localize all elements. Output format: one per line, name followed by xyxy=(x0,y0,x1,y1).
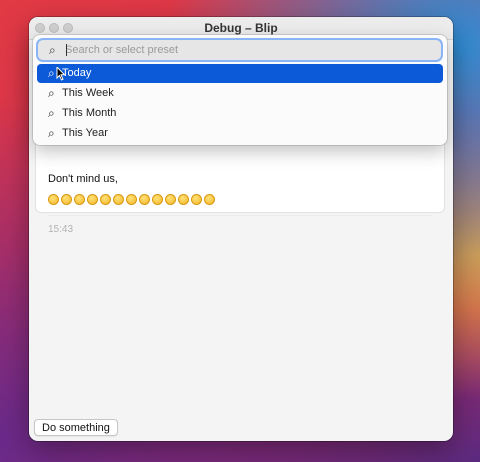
search-icon: ⌕ xyxy=(48,86,55,100)
search-icon: ⌕ xyxy=(48,66,55,80)
preset-option-this-year[interactable]: ⌕ This Year xyxy=(37,124,443,143)
divider xyxy=(48,215,432,216)
emoji-zany-face-icon xyxy=(126,194,137,205)
preset-option-this-week[interactable]: ⌕ This Week xyxy=(37,84,443,103)
emoji-grinning-face-icon xyxy=(178,194,189,205)
emoji-slight-smile-icon xyxy=(165,194,176,205)
emoji-squint-tongue-icon xyxy=(113,194,124,205)
emoji-sweat-smile-icon xyxy=(139,194,150,205)
preset-option-this-month[interactable]: ⌕ This Month xyxy=(37,104,443,123)
emoji-halo-face-icon xyxy=(61,194,72,205)
preset-option-today[interactable]: ⌕ Today xyxy=(37,64,443,83)
message-text: Don't mind us, xyxy=(48,173,118,185)
window-title: Debug – Blip xyxy=(204,21,278,35)
preset-option-label: This Month xyxy=(62,107,117,119)
search-input[interactable] xyxy=(65,42,425,58)
message-timestamp: 15:43 xyxy=(48,224,74,235)
emoji-row xyxy=(48,194,215,205)
emoji-sweat-smile-icon xyxy=(191,194,202,205)
search-field[interactable]: ⌕ xyxy=(38,40,441,60)
emoji-partying-face-icon xyxy=(87,194,98,205)
search-icon: ⌕ xyxy=(48,126,55,140)
emoji-grinning-face-icon xyxy=(204,194,215,205)
do-something-button[interactable]: Do something xyxy=(34,419,118,436)
preset-popover: ⌕ ⌕ Today ⌕ This Week ⌕ This Month ⌕ Thi… xyxy=(33,35,447,145)
search-icon: ⌕ xyxy=(49,43,56,57)
mouse-cursor-icon xyxy=(56,67,66,81)
preset-option-label: This Year xyxy=(62,127,108,139)
preset-option-label: This Week xyxy=(62,87,114,99)
search-icon: ⌕ xyxy=(48,106,55,120)
emoji-rofl-icon xyxy=(152,194,163,205)
emoji-wink-tongue-icon xyxy=(100,194,111,205)
emoji-halo-face-icon xyxy=(74,194,85,205)
text-caret xyxy=(66,44,67,56)
emoji-upside-down-face-icon xyxy=(48,194,59,205)
